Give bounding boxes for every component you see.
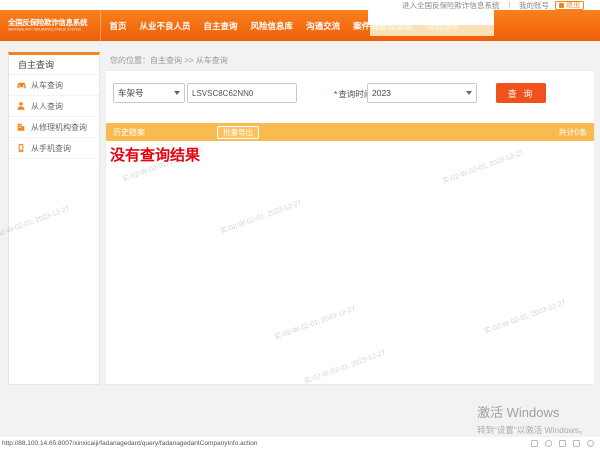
- topbar-separator: ｜: [506, 1, 514, 10]
- windows-activation-notice: 激活 Windows 转到“设置”以激活 Windows。: [477, 402, 588, 436]
- sidebar-item-query-by-person[interactable]: 从人查询: [9, 96, 99, 117]
- header: 全国反保险欺诈信息系统 NATIONAL ANTI INSURANCE FRAU…: [0, 10, 600, 41]
- sidebar-item-query-by-repair-org[interactable]: 从修理机构查询: [9, 117, 99, 138]
- batch-export-button[interactable]: 批量导出: [217, 126, 259, 139]
- breadcrumb: 您的位置：自主查询 >> 从车查询: [110, 55, 228, 66]
- chevron-down-icon: [174, 91, 180, 95]
- sidebar-item-query-by-car[interactable]: 从车查询: [9, 75, 99, 96]
- nav-risk-library[interactable]: 风险信息库: [244, 20, 300, 32]
- activation-subtitle: 转到“设置”以激活 Windows。: [477, 424, 588, 436]
- topbar: 进入全国反保险欺诈信息系统 ｜ 我的账号 退出: [0, 0, 600, 10]
- logout-label: 退出: [566, 0, 580, 10]
- redaction-patch-white: [368, 9, 494, 25]
- sidebar-item-label: 从车查询: [31, 80, 63, 91]
- query-time-value: 2023: [372, 88, 391, 98]
- nav-home[interactable]: 首页: [103, 20, 133, 32]
- welcome-text: 进入全国反保险欺诈信息系统: [402, 1, 500, 10]
- status-url: http://88.100.14.65:8007/xinxicaiji/fada…: [2, 440, 258, 447]
- sidebar-item-label: 从人查询: [31, 101, 63, 112]
- logo-subtitle: NATIONAL ANTI INSURANCE FRAUD SYSTEM: [8, 28, 50, 31]
- sidebar-item-query-by-phone[interactable]: 从手机查询: [9, 138, 99, 159]
- car-icon: [16, 80, 27, 91]
- chevron-down-icon: [466, 91, 472, 95]
- sidebar-item-label: 从手机查询: [31, 143, 71, 154]
- total-count: 共计0条: [559, 127, 587, 138]
- status-bar: http://88.100.14.65:8007/xinxicaiji/fada…: [0, 437, 600, 450]
- nav-self-query[interactable]: 自主查询: [197, 20, 244, 32]
- search-form: 车架号 *查询时间： 2023 查 询: [106, 83, 594, 103]
- status-info-icon[interactable]: [587, 440, 594, 447]
- query-time-select[interactable]: 2023: [367, 83, 477, 103]
- redaction-patch-yellow: [370, 25, 494, 36]
- person-icon: [16, 101, 27, 112]
- main-panel: 车架号 *查询时间： 2023 查 询 历史赔案 批量导出 共计0条 没有查询结…: [105, 70, 595, 385]
- nav-bad-practitioners[interactable]: 从业不良人员: [133, 20, 197, 32]
- search-button[interactable]: 查 询: [496, 83, 546, 103]
- status-window-icon[interactable]: [531, 440, 538, 447]
- logout-icon: [559, 3, 564, 8]
- query-type-value: 车架号: [118, 87, 144, 99]
- logo-title: 全国反保险欺诈信息系统: [8, 17, 96, 28]
- result-header-bar: 历史赔案 批量导出 共计0条: [106, 123, 594, 141]
- vin-input[interactable]: [187, 83, 297, 103]
- status-gear-icon[interactable]: [545, 440, 552, 447]
- result-bar-title: 历史赔案: [113, 127, 145, 138]
- status-device-icon[interactable]: [559, 440, 566, 447]
- phone-icon: [16, 143, 27, 154]
- page: 进入全国反保险欺诈信息系统 ｜ 我的账号 退出 全国反保险欺诈信息系统 NATI…: [0, 0, 600, 450]
- status-icons: [531, 440, 594, 447]
- sidebar-item-label: 从修理机构查询: [31, 122, 87, 133]
- logo: 全国反保险欺诈信息系统 NATIONAL ANTI INSURANCE FRAU…: [0, 17, 96, 35]
- nav-communication[interactable]: 沟通交流: [300, 20, 347, 32]
- activation-title: 激活 Windows: [477, 402, 588, 421]
- required-asterisk: *: [334, 89, 337, 99]
- status-sync-icon[interactable]: [573, 440, 580, 447]
- my-account-link[interactable]: 我的账号: [519, 1, 549, 10]
- query-type-select[interactable]: 车架号: [113, 83, 185, 103]
- sidebar-title: 自主查询: [9, 55, 99, 75]
- repair-shop-icon: [16, 122, 27, 133]
- logout-button[interactable]: 退出: [555, 1, 584, 10]
